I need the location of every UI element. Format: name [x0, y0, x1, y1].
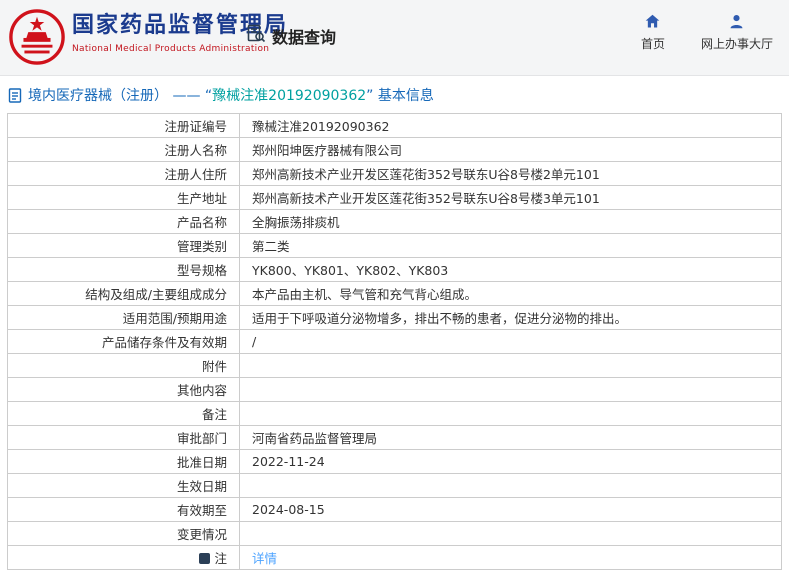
row-value: 郑州高新技术产业开发区莲花街352号联东U谷8号楼2单元101	[239, 161, 782, 186]
row-value: 2024-08-15	[239, 497, 782, 522]
page-title-prefix: 境内医疗器械（注册） —— “	[28, 88, 213, 104]
row-label: 型号规格	[7, 257, 240, 282]
row-label: 注	[7, 545, 240, 570]
row-label: 备注	[7, 401, 240, 426]
registration-info-table: 注册证编号 豫械注准20192090362 注册人名称 郑州阳坤医疗器械有限公司…	[7, 113, 782, 570]
page-title-text: 境内医疗器械（注册） —— “豫械注准20192090362” 基本信息	[28, 85, 434, 105]
table-row: 批准日期 2022-11-24	[7, 449, 782, 474]
row-label: 附件	[7, 353, 240, 378]
row-value: /	[239, 329, 782, 354]
nav-data-query[interactable]: 数据查询	[246, 24, 336, 48]
row-value: 郑州阳坤医疗器械有限公司	[239, 137, 782, 162]
row-label: 有效期至	[7, 497, 240, 522]
top-nav: 首页 网上办事大厅	[641, 13, 773, 52]
page-title-suffix: ” 基本信息	[366, 88, 434, 104]
row-value: YK800、YK801、YK802、YK803	[239, 257, 782, 282]
row-value: 2022-11-24	[239, 449, 782, 474]
nav-home-label: 首页	[640, 37, 665, 51]
table-row: 产品储存条件及有效期 /	[7, 329, 782, 354]
data-query-label: 数据查询	[272, 28, 337, 47]
data-query-icon	[246, 24, 266, 48]
row-label: 产品储存条件及有效期	[7, 329, 240, 354]
page-title-reg-number: 豫械注准20192090362	[212, 88, 367, 104]
row-label: 注册人名称	[7, 137, 240, 162]
row-label: 生效日期	[7, 473, 240, 498]
row-value	[239, 353, 782, 378]
table-row: 管理类别 第二类	[7, 233, 782, 258]
row-value: 本产品由主机、导气管和充气背心组成。	[239, 281, 782, 306]
row-value	[239, 473, 782, 498]
home-icon	[644, 13, 661, 30]
note-label: 注	[214, 551, 227, 566]
table-row: 备注	[7, 401, 782, 426]
table-row: 结构及组成/主要组成成分 本产品由主机、导气管和充气背心组成。	[7, 281, 782, 306]
row-label: 注册证编号	[7, 113, 240, 138]
table-row: 型号规格 YK800、YK801、YK802、YK803	[7, 257, 782, 282]
details-link[interactable]: 详情	[252, 551, 277, 566]
table-row: 有效期至 2024-08-15	[7, 497, 782, 522]
row-label: 批准日期	[7, 449, 240, 474]
table-row: 变更情况	[7, 521, 782, 546]
row-value: 全胸振荡排痰机	[239, 209, 782, 234]
row-label: 注册人住所	[7, 161, 240, 186]
nav-home[interactable]: 首页	[641, 13, 665, 52]
row-value: 详情	[239, 545, 782, 570]
table-row: 审批部门 河南省药品监督管理局	[7, 425, 782, 450]
table-row: 注册人名称 郑州阳坤医疗器械有限公司	[7, 137, 782, 162]
note-badge-icon	[199, 553, 211, 564]
row-label: 适用范围/预期用途	[7, 305, 240, 330]
row-label: 管理类别	[7, 233, 240, 258]
nav-service-hall[interactable]: 网上办事大厅	[701, 13, 773, 52]
row-value	[239, 401, 782, 426]
site-header: 国家药品监督管理局 National Medical Products Admi…	[0, 0, 789, 76]
row-label: 生产地址	[7, 185, 240, 210]
row-value: 适用于下呼吸道分泌物增多，排出不畅的患者，促进分泌物的排出。	[239, 305, 782, 330]
table-row: 适用范围/预期用途 适用于下呼吸道分泌物增多，排出不畅的患者，促进分泌物的排出。	[7, 305, 782, 330]
table-row: 注册人住所 郑州高新技术产业开发区莲花街352号联东U谷8号楼2单元101	[7, 161, 782, 186]
table-row: 生效日期	[7, 473, 782, 498]
table-row: 生产地址 郑州高新技术产业开发区莲花街352号联东U谷8号楼3单元101	[7, 185, 782, 210]
row-value: 豫械注准20192090362	[239, 113, 782, 138]
row-value: 河南省药品监督管理局	[239, 425, 782, 450]
row-label: 结构及组成/主要组成成分	[7, 281, 240, 306]
row-value	[239, 377, 782, 402]
row-value: 郑州高新技术产业开发区莲花街352号联东U谷8号楼3单元101	[239, 185, 782, 210]
row-value	[239, 521, 782, 546]
row-label: 审批部门	[7, 425, 240, 450]
national-emblem-logo	[8, 8, 66, 66]
person-icon	[728, 13, 745, 30]
row-value: 第二类	[239, 233, 782, 258]
document-icon	[8, 87, 22, 103]
table-row: 产品名称 全胸振荡排痰机	[7, 209, 782, 234]
page-title: 境内医疗器械（注册） —— “豫械注准20192090362” 基本信息	[8, 85, 781, 105]
table-row: 附件	[7, 353, 782, 378]
table-row: 其他内容	[7, 377, 782, 402]
row-label: 变更情况	[7, 521, 240, 546]
table-row: 注 详情	[7, 545, 782, 570]
row-label: 产品名称	[7, 209, 240, 234]
table-row: 注册证编号 豫械注准20192090362	[7, 113, 782, 138]
row-label: 其他内容	[7, 377, 240, 402]
nav-service-hall-label: 网上办事大厅	[700, 37, 773, 51]
